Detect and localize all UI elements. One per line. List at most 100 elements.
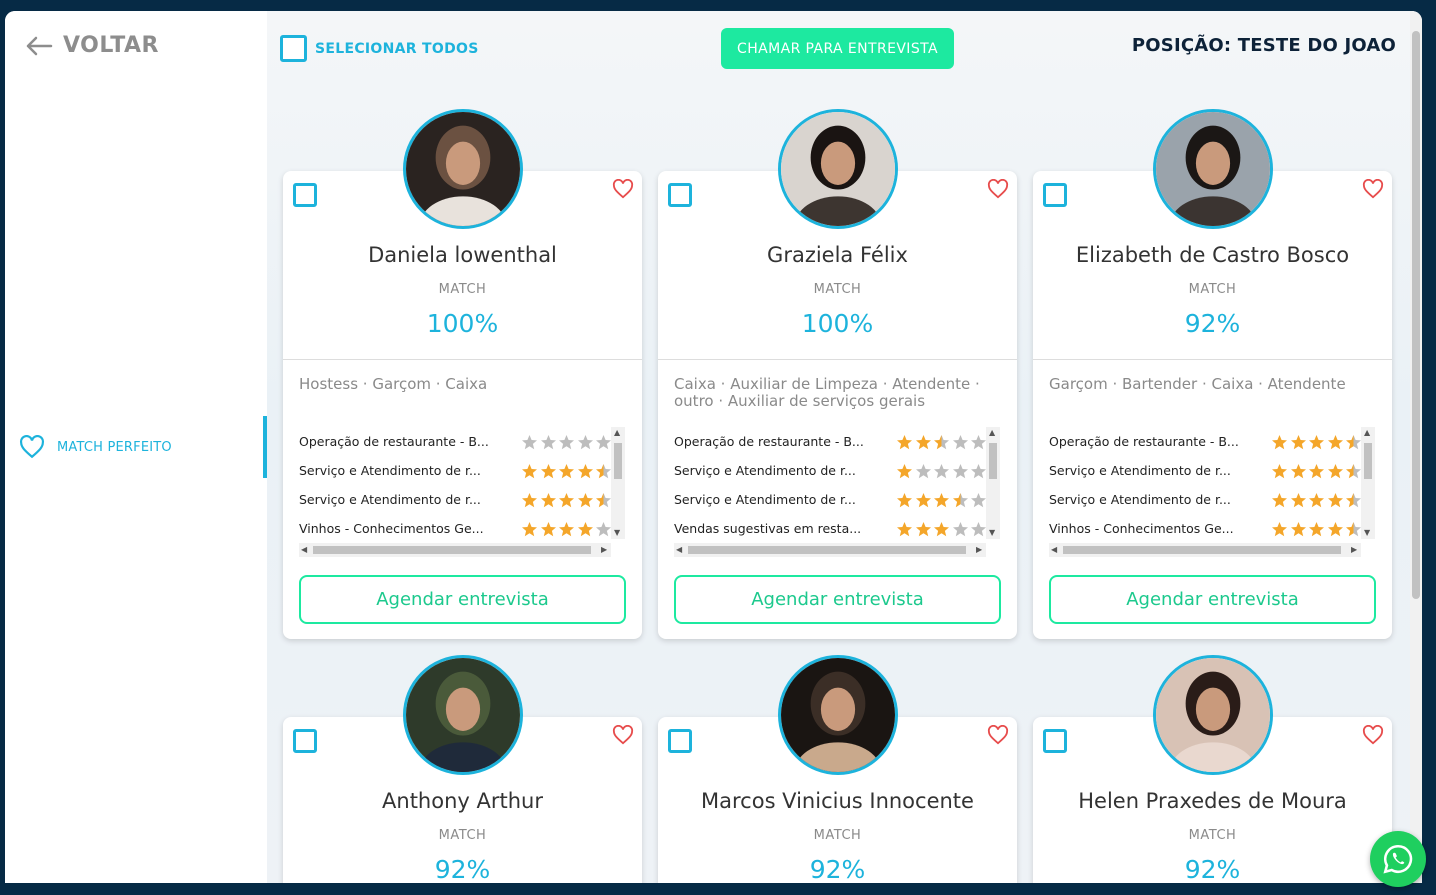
star-icon — [522, 492, 537, 507]
whatsapp-button[interactable] — [1370, 831, 1426, 887]
skill-rating — [1271, 492, 1364, 508]
scroll-right-icon[interactable]: ▶ — [1351, 546, 1357, 554]
skills-horizontal-scrollbar[interactable]: ◀ ▶ — [299, 543, 611, 557]
skill-row: Vinhos - Conhecimentos Ge... — [1049, 514, 1375, 543]
scroll-down-icon[interactable]: ▼ — [1364, 529, 1370, 537]
skill-rating — [896, 463, 989, 479]
call-interview-button[interactable]: CHAMAR PARA ENTREVISTA — [721, 28, 954, 69]
candidate-checkbox[interactable] — [1043, 183, 1067, 207]
sidebar-item-match-perfeito[interactable]: MATCH PERFEITO — [5, 416, 267, 478]
star-icon — [540, 434, 556, 449]
scroll-up-icon[interactable]: ▲ — [614, 429, 620, 437]
heart-icon[interactable] — [987, 725, 1009, 745]
candidate-card: Daniela lowenthal MATCH 100% Hostess · G… — [283, 109, 642, 639]
page-scrollbar[interactable] — [1410, 11, 1422, 883]
candidate-photo — [781, 112, 895, 226]
position-title: POSIÇÃO: TESTE DO JOAO — [1131, 35, 1396, 56]
schedule-interview-button[interactable]: Agendar entrevista — [674, 575, 1001, 624]
star-icon — [971, 463, 986, 478]
scroll-right-icon[interactable]: ▶ — [976, 546, 982, 554]
star-icon — [952, 434, 968, 449]
heart-icon[interactable] — [1362, 725, 1384, 745]
heart-icon — [20, 435, 44, 459]
skill-rating — [521, 492, 614, 508]
skills-vertical-scrollbar[interactable]: ▲ ▼ — [986, 427, 1000, 539]
star-icon — [596, 434, 611, 449]
select-all-checkbox[interactable] — [280, 35, 307, 62]
match-percentage: 100% — [801, 309, 874, 338]
skill-rating — [896, 521, 989, 537]
skill-name: Serviço e Atendimento de r... — [674, 492, 856, 507]
avatar — [778, 109, 898, 229]
select-all[interactable]: SELECIONAR TODOS — [280, 35, 479, 62]
heart-icon[interactable] — [1362, 179, 1384, 199]
skill-row: Operação de restaurante - B... — [299, 427, 625, 456]
match-label: MATCH — [438, 282, 487, 297]
divider — [1033, 359, 1392, 360]
match-percentage: 92% — [1184, 855, 1241, 883]
star-icon — [952, 463, 968, 478]
schedule-interview-button[interactable]: Agendar entrevista — [1049, 575, 1376, 624]
heart-icon[interactable] — [612, 179, 634, 199]
skill-row: Serviço e Atendimento de r... — [674, 485, 1000, 514]
avatar — [778, 655, 898, 775]
scroll-up-icon[interactable]: ▲ — [989, 429, 995, 437]
back-button[interactable]: VOLTAR — [25, 33, 159, 58]
skills-vertical-scrollbar[interactable]: ▲ ▼ — [1361, 427, 1375, 539]
skill-rating — [521, 521, 614, 537]
scroll-left-icon[interactable]: ◀ — [1051, 546, 1057, 554]
candidate-roles: Caixa · Auxiliar de Limpeza · Atendente … — [674, 375, 980, 410]
skills-list: Operação de restaurante - B... Serviço e… — [674, 427, 1000, 557]
star-icon — [915, 492, 931, 507]
sidebar: VOLTAR MATCH PERFEITO — [5, 11, 267, 883]
star-icon — [559, 492, 574, 507]
heart-icon[interactable] — [612, 725, 634, 745]
candidate-roles: Garçom · Bartender · Caixa · Atendente — [1049, 375, 1346, 393]
star-icon — [1346, 521, 1361, 536]
candidate-checkbox[interactable] — [668, 183, 692, 207]
star-icon — [577, 492, 593, 507]
match-label: MATCH — [1188, 282, 1237, 297]
star-icon — [1290, 434, 1306, 449]
match-percentage: 100% — [426, 309, 499, 338]
skills-horizontal-scrollbar[interactable]: ◀ ▶ — [1049, 543, 1361, 557]
skills-vertical-scrollbar[interactable]: ▲ ▼ — [611, 427, 625, 539]
scroll-down-icon[interactable]: ▼ — [989, 529, 995, 537]
star-icon — [915, 463, 931, 478]
candidate-photo — [1156, 658, 1270, 772]
scroll-up-icon[interactable]: ▲ — [1364, 429, 1370, 437]
scroll-left-icon[interactable]: ◀ — [676, 546, 682, 554]
candidate-card: Helen Praxedes de Moura MATCH 92% — [1033, 655, 1392, 883]
scroll-right-icon[interactable]: ▶ — [601, 546, 607, 554]
skill-rating — [896, 492, 989, 508]
avatar — [1153, 655, 1273, 775]
skills-horizontal-scrollbar[interactable]: ◀ ▶ — [674, 543, 986, 557]
star-icon — [596, 463, 611, 478]
candidate-checkbox[interactable] — [293, 729, 317, 753]
heart-icon[interactable] — [987, 179, 1009, 199]
candidate-photo — [781, 658, 895, 772]
match-label: MATCH — [438, 828, 487, 843]
skill-name: Operação de restaurante - B... — [299, 434, 489, 449]
star-icon — [1327, 521, 1343, 536]
star-icon — [1272, 521, 1287, 536]
star-icon — [596, 492, 611, 507]
candidate-checkbox[interactable] — [1043, 729, 1067, 753]
star-icon — [1327, 434, 1343, 449]
select-all-label: SELECIONAR TODOS — [315, 40, 479, 57]
star-icon — [952, 521, 968, 536]
star-icon — [897, 521, 912, 536]
skills-list: Operação de restaurante - B... Serviço e… — [299, 427, 625, 557]
candidate-checkbox[interactable] — [668, 729, 692, 753]
skill-row: Serviço e Atendimento de r... — [1049, 485, 1375, 514]
candidate-card: Elizabeth de Castro Bosco MATCH 92% Garç… — [1033, 109, 1392, 639]
scroll-down-icon[interactable]: ▼ — [614, 529, 620, 537]
candidate-checkbox[interactable] — [293, 183, 317, 207]
match-label: MATCH — [1188, 828, 1237, 843]
scroll-left-icon[interactable]: ◀ — [301, 546, 307, 554]
star-icon — [522, 521, 537, 536]
star-icon — [559, 521, 574, 536]
schedule-interview-button[interactable]: Agendar entrevista — [299, 575, 626, 624]
skill-rating — [1271, 521, 1364, 537]
star-icon — [934, 434, 949, 449]
